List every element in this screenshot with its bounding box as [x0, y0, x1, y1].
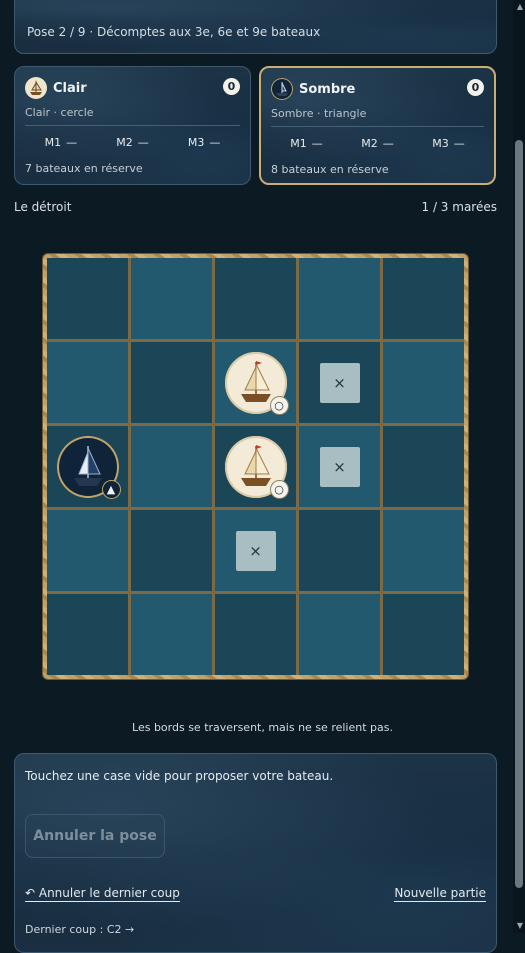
board-cell[interactable] — [131, 510, 212, 591]
mark-value: — — [311, 137, 323, 150]
mark-m1: M1 — — [45, 136, 78, 149]
board-cell[interactable]: ▲ — [47, 426, 128, 507]
board-cell[interactable]: × — [299, 342, 380, 423]
action-panel: Touchez une case vide pour proposer votr… — [14, 753, 497, 953]
board-cell[interactable] — [131, 342, 212, 423]
triangle-badge-icon: ▲ — [102, 480, 120, 498]
player-subtitle: Clair · cercle — [25, 106, 94, 119]
action-hint: Touchez une case vide pour proposer votr… — [25, 769, 334, 783]
light-boat-piece: ○ — [224, 435, 288, 498]
cross-icon: × — [235, 530, 276, 571]
cross-icon: × — [319, 446, 360, 487]
mark-value: — — [209, 136, 221, 149]
board-cell[interactable] — [47, 594, 128, 675]
board-cell[interactable] — [299, 594, 380, 675]
last-move-text: Dernier coup : C2 → — [25, 923, 135, 936]
scroll-down-icon[interactable]: ▼ — [517, 921, 523, 930]
mark-m2: M2 — — [116, 136, 149, 149]
ship-light-icon — [25, 77, 47, 99]
new-game-link[interactable]: Nouvelle partie — [394, 886, 486, 902]
mark-value: — — [137, 136, 149, 149]
mark-label: M1 — [44, 136, 62, 149]
scrollbar[interactable]: ▲ ▼ — [513, 0, 525, 933]
cross-icon: × — [319, 362, 360, 403]
board-cell[interactable] — [299, 510, 380, 591]
mark-label: M3 — [187, 136, 205, 149]
player-card-light: Clair 0 Clair · cercle M1 — M2 — M3 — 7 bat… — [14, 66, 251, 185]
board-cell[interactable] — [383, 258, 464, 339]
player-subtitle: Sombre · triangle — [271, 107, 367, 120]
mark-value: — — [453, 137, 465, 150]
mark-label: M2 — [361, 137, 378, 150]
board-cell[interactable] — [383, 342, 464, 423]
board-cell[interactable]: × — [299, 426, 380, 507]
board-title: Le détroit — [14, 200, 72, 214]
board-cell[interactable] — [47, 510, 128, 591]
board-cell[interactable]: ○ — [215, 426, 296, 507]
scroll-thumb[interactable] — [515, 140, 523, 888]
board-cell[interactable] — [383, 594, 464, 675]
board-grid: ○ × ▲ ○ × × — [47, 258, 464, 675]
reserve-count: 7 bateaux en réserve — [25, 162, 143, 175]
board-cell[interactable] — [131, 426, 212, 507]
mark-value: — — [382, 137, 394, 150]
player-score: 0 — [223, 78, 240, 95]
board-cell[interactable] — [383, 426, 464, 507]
cancel-pose-button[interactable]: Annuler la pose — [25, 814, 165, 858]
board-cell[interactable] — [131, 594, 212, 675]
divider — [25, 125, 240, 126]
player-card-dark: Sombre 0 Sombre · triangle M1 — M2 — M3 — 8… — [259, 66, 496, 185]
board-cell[interactable] — [215, 594, 296, 675]
board-cell[interactable] — [47, 258, 128, 339]
player-name: Clair — [53, 80, 87, 96]
mark-m3: M3 — — [432, 137, 465, 150]
dark-boat-piece: ▲ — [56, 435, 120, 498]
mark-label: M2 — [116, 136, 133, 149]
board-cell[interactable]: × — [215, 510, 296, 591]
mark-label: M3 — [432, 137, 449, 150]
status-panel: Pose 2 / 9 · Décomptes aux 3e, 6e et 9e … — [14, 0, 497, 54]
mark-m2: M2 — — [361, 137, 394, 150]
circle-badge-icon: ○ — [270, 396, 288, 414]
divider — [271, 126, 484, 127]
mark-m1: M1 — — [290, 137, 323, 150]
board-cell[interactable] — [47, 342, 128, 423]
edge-rule-note: Les bords se traversent, mais ne se reli… — [132, 721, 393, 734]
player-name: Sombre — [299, 81, 356, 97]
tide-counter: 1 / 3 marées — [421, 200, 498, 214]
player-score: 0 — [467, 79, 484, 96]
mark-m3: M3 — — [188, 136, 221, 149]
board-cell[interactable] — [131, 258, 212, 339]
ship-dark-icon — [271, 78, 293, 100]
game-status: Pose 2 / 9 · Décomptes aux 3e, 6e et 9e … — [27, 25, 321, 39]
board-cell[interactable] — [215, 258, 296, 339]
board-cell[interactable]: ○ — [215, 342, 296, 423]
game-board: ○ × ▲ ○ × × — [43, 254, 468, 679]
undo-last-move-link[interactable]: ↶ Annuler le dernier coup — [25, 886, 180, 902]
reserve-count: 8 bateaux en réserve — [271, 163, 389, 176]
mark-label: M1 — [290, 137, 307, 150]
circle-badge-icon: ○ — [270, 480, 288, 498]
scroll-up-icon[interactable]: ▲ — [517, 2, 523, 11]
board-cell[interactable] — [299, 258, 380, 339]
light-boat-piece: ○ — [224, 351, 288, 414]
board-cell[interactable] — [383, 510, 464, 591]
mark-value: — — [66, 136, 78, 149]
